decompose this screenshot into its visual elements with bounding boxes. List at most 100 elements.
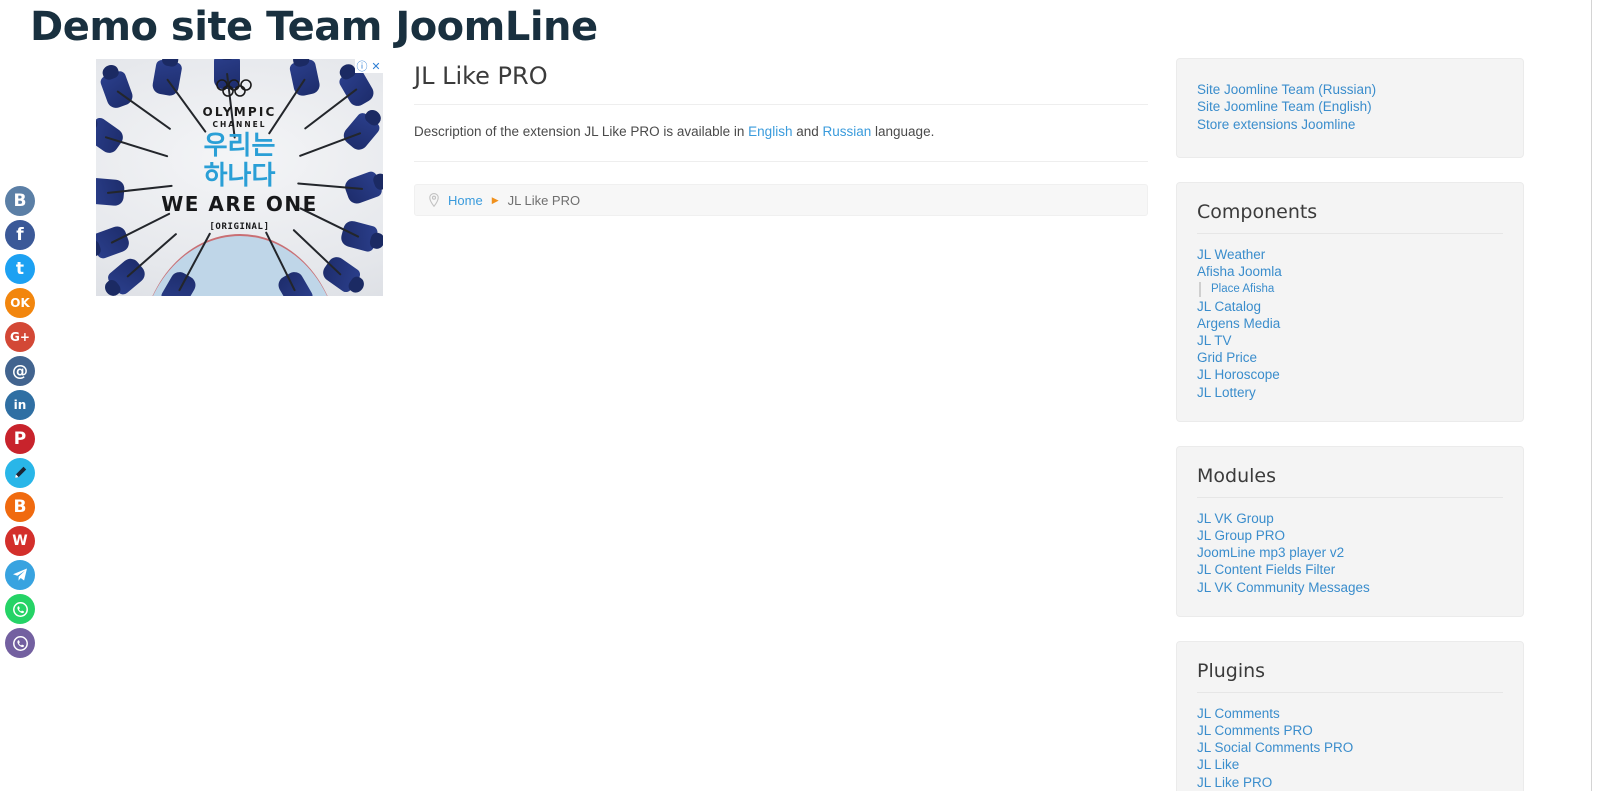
article-description: Description of the extension JL Like PRO… — [414, 105, 1148, 162]
plugins-list: JL Comments JL Comments PRO JL Social Comm… — [1197, 699, 1503, 791]
component-link[interactable]: Argens Media — [1197, 315, 1503, 332]
breadcrumb: Home ▶ JL Like PRO — [414, 184, 1148, 216]
component-link[interactable]: Afisha Joomla — [1197, 263, 1503, 280]
sidebar-links-box: Site Joomline Team (Russian) Site Joomlin… — [1176, 58, 1524, 159]
components-heading: Components — [1197, 201, 1503, 235]
ad-korean-text: 우리는 하나다 — [96, 131, 383, 191]
telegram-glyph-icon — [5, 560, 35, 590]
sidebar-link[interactable]: Site Joomline Team (English) — [1197, 98, 1503, 115]
google-plus-glyph-icon: G+ — [10, 330, 30, 344]
social-share-rail: Bf t OK G+ @ in P B W — [5, 186, 39, 662]
module-link[interactable]: JL VK Group — [1197, 510, 1503, 527]
adchoices-info-icon[interactable]: ⓘ — [355, 59, 369, 73]
component-link[interactable]: JL Horoscope — [1197, 366, 1503, 383]
sidebar: Site Joomline Team (Russian) Site Joomlin… — [1176, 58, 1524, 791]
plugin-item: JL Like — [1197, 756, 1503, 773]
browser-edge-fill — [1592, 0, 1600, 791]
breadcrumb-current: JL Like PRO — [507, 192, 581, 208]
sidebar-link-item: Store extensions Joomline — [1197, 116, 1503, 133]
share-linkedin-icon[interactable]: in — [5, 390, 35, 420]
share-pinterest-icon[interactable]: P — [5, 424, 35, 454]
share-odnoklassniki-icon[interactable]: OK — [5, 288, 35, 318]
share-viber-icon[interactable] — [5, 628, 35, 658]
module-link[interactable]: JL Content Fields Filter — [1197, 561, 1503, 578]
plugin-item: JL Comments — [1197, 705, 1503, 722]
share-livejournal-icon[interactable] — [5, 458, 35, 488]
plugin-item: JL Comments PRO — [1197, 722, 1503, 739]
main-content: JL Like PRO Description of the extension… — [414, 62, 1148, 216]
component-item: JL Catalog — [1197, 298, 1503, 315]
mailru-glyph-icon: @ — [12, 361, 28, 380]
sidebar-modules-box: Modules JL VK Group JL Group PRO JoomLine … — [1176, 445, 1524, 617]
plugin-link[interactable]: JL Comments — [1197, 705, 1503, 722]
ad-korean-line1: 우리는 — [203, 131, 276, 161]
twitter-glyph-icon: t — [15, 258, 25, 279]
sidebar-plugins-box: Plugins JL Comments JL Comments PRO JL Soc… — [1176, 640, 1524, 791]
plugin-link[interactable]: JL Comments PRO — [1197, 722, 1503, 739]
share-telegram-icon[interactable] — [5, 560, 35, 590]
ad-controls: ⓘ ✕ — [355, 59, 383, 73]
plugin-item: JL Like PRO — [1197, 774, 1503, 791]
share-vk-icon[interactable]: B — [5, 186, 35, 216]
odnoklassniki-glyph-icon: OK — [10, 296, 30, 310]
ad-brand-name: OLYMPIC — [202, 105, 277, 119]
component-item: JL Lottery — [1197, 384, 1503, 401]
component-link[interactable]: JL Lottery — [1197, 384, 1503, 401]
pinterest-glyph-icon: P — [13, 428, 27, 449]
browser-edge-line — [1591, 0, 1592, 791]
livejournal-glyph-icon — [5, 458, 35, 488]
module-link[interactable]: JL Group PRO — [1197, 527, 1503, 544]
module-link[interactable]: JoomLine mp3 player v2 — [1197, 544, 1503, 561]
russian-language-link[interactable]: Russian — [822, 124, 871, 139]
module-item: JL VK Community Messages — [1197, 579, 1503, 596]
share-blogger-icon[interactable]: B — [5, 492, 35, 522]
plugin-link[interactable]: JL Like — [1197, 756, 1503, 773]
component-link[interactable]: Place Afisha — [1211, 282, 1503, 297]
whatsapp-glyph-icon — [5, 594, 35, 624]
blogger-glyph-icon: B — [13, 496, 27, 517]
component-item: Grid Price — [1197, 349, 1503, 366]
ad-headline: WE ARE ONE — [161, 192, 318, 216]
sidebar-links-list: Site Joomline Team (Russian) Site Joomlin… — [1197, 81, 1503, 133]
viber-glyph-icon — [5, 628, 35, 658]
share-facebook-icon[interactable]: f — [5, 220, 35, 250]
share-whatsapp-icon[interactable] — [5, 594, 35, 624]
page-root: Demo site Team JoomLine Bf t OK G+ @ in P B W — [0, 0, 1600, 791]
ad-olympic-logo: OLYMPIC CHANNEL — [96, 79, 383, 129]
component-item: Argens Media — [1197, 315, 1503, 332]
components-list: JL Weather Afisha Joomla Place Afisha JL Ca… — [1197, 240, 1503, 401]
sidebar-link[interactable]: Store extensions Joomline — [1197, 116, 1503, 133]
plugin-link[interactable]: JL Social Comments PRO — [1197, 739, 1503, 756]
component-item: Afisha Joomla — [1197, 263, 1503, 280]
component-link[interactable]: JL Catalog — [1197, 298, 1503, 315]
sidebar-link-item: Site Joomline Team (English) — [1197, 98, 1503, 115]
article-title: JL Like PRO — [414, 62, 1148, 105]
olympic-rings-icon — [213, 79, 267, 101]
plugin-link[interactable]: JL Like PRO — [1197, 774, 1503, 791]
component-link[interactable]: JL Weather — [1197, 246, 1503, 263]
breadcrumb-home-link[interactable]: Home — [448, 193, 483, 208]
weibo-glyph-icon: W — [12, 533, 28, 549]
component-link[interactable]: JL TV — [1197, 332, 1503, 349]
component-item: JL TV — [1197, 332, 1503, 349]
share-mailru-icon[interactable]: @ — [5, 356, 35, 386]
ad-original-tag: [ORIGINAL] — [209, 222, 270, 232]
module-link[interactable]: JL VK Community Messages — [1197, 579, 1503, 596]
english-language-link[interactable]: English — [748, 124, 792, 139]
share-twitter-icon[interactable]: t — [5, 254, 35, 284]
description-text-before: Description of the extension JL Like PRO… — [414, 124, 749, 139]
sidebar-link-item: Site Joomline Team (Russian) — [1197, 81, 1503, 98]
component-link[interactable]: Grid Price — [1197, 349, 1503, 366]
ad-close-icon[interactable]: ✕ — [369, 59, 383, 73]
description-text-middle: and — [792, 124, 823, 139]
share-weibo-icon[interactable]: W — [5, 526, 35, 556]
component-item: JL Weather — [1197, 246, 1503, 263]
share-google-plus-icon[interactable]: G+ — [5, 322, 35, 352]
modules-list: JL VK Group JL Group PRO JoomLine mp3 play… — [1197, 504, 1503, 596]
description-text-after: language. — [871, 124, 935, 139]
sidebar-link[interactable]: Site Joomline Team (Russian) — [1197, 81, 1503, 98]
advertisement-banner[interactable]: OLYMPIC CHANNEL 우리는 하나다 WE ARE ONE [ORIG… — [96, 59, 383, 296]
ad-brand-sub: CHANNEL — [212, 120, 267, 129]
vk-glyph-icon: B — [13, 190, 27, 211]
linkedin-glyph-icon: in — [13, 398, 27, 412]
